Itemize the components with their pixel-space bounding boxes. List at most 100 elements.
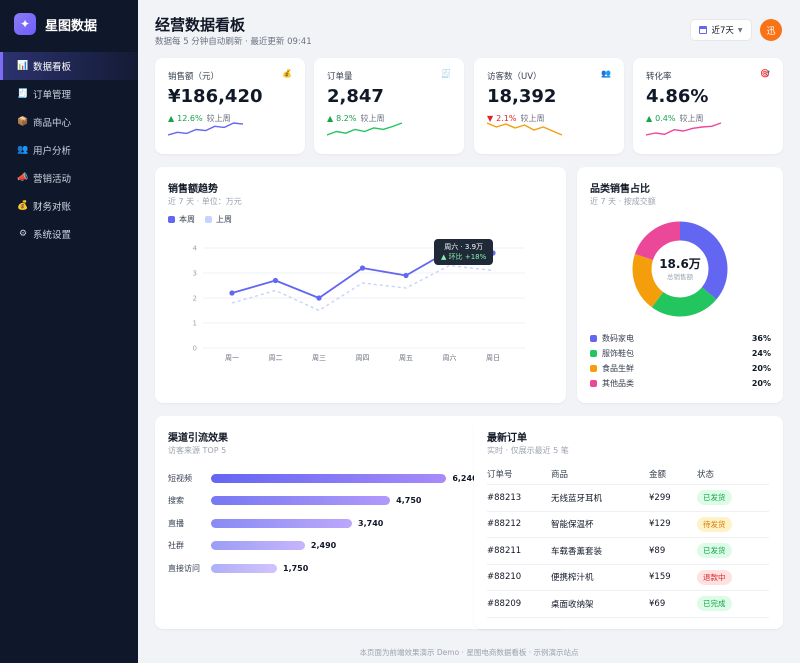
channel-row[interactable]: 短视频 6,240: [168, 472, 478, 484]
channel-label: 直接访问: [168, 563, 200, 573]
data-point[interactable]: [229, 290, 235, 296]
channel-value: 4,750: [396, 496, 422, 505]
y-tick-label: 0: [193, 345, 197, 353]
avatar[interactable]: 迅: [760, 19, 782, 41]
sidebar-item-5[interactable]: 💰 财务对账: [0, 192, 138, 220]
legend-percent: 20%: [751, 364, 771, 373]
channel-row[interactable]: 直接访问 1,750: [168, 562, 308, 574]
order-status-cell: 已发货: [697, 543, 767, 559]
x-tick-label: 周一: [225, 354, 239, 362]
date-range-dropdown[interactable]: 近7天 ▼: [690, 19, 752, 41]
brand[interactable]: ✦ 星图数据: [14, 13, 97, 35]
sidebar-item-label: 系统设置: [33, 230, 72, 241]
gear-icon: ⚙: [18, 229, 28, 239]
sparkline-path: [168, 122, 244, 136]
column-header: 金额: [649, 469, 667, 480]
channel-value: 1,750: [283, 563, 309, 573]
sidebar-item-6[interactable]: ⚙ 系统设置: [0, 220, 138, 248]
legend-label: 食品生鲜: [602, 364, 634, 373]
data-point[interactable]: [403, 272, 409, 279]
status-badge: 已完成: [697, 596, 732, 612]
kpi-sparkline: [168, 122, 244, 136]
status-badge: 待发货: [697, 516, 732, 532]
brand-name: 星图数据: [45, 18, 98, 34]
channel-label: 搜索: [168, 496, 184, 505]
order-status-cell: 已发货: [697, 490, 767, 506]
sidebar-item-0[interactable]: 📊 数据看板: [0, 52, 138, 80]
sidebar-item-3[interactable]: 👥 用户分析: [0, 136, 138, 164]
data-point[interactable]: [359, 265, 366, 271]
order-row[interactable]: #88210 便携榨汁机 ¥159 退款中: [487, 565, 769, 591]
money-bag-icon: 💰: [282, 69, 292, 78]
sidebar-item-label: 数据看板: [33, 62, 72, 73]
order-id: #88209: [487, 598, 522, 609]
channel-bar: [211, 518, 353, 528]
kpi-label: 订单量: [327, 72, 353, 82]
legend-percent: 20%: [751, 379, 771, 388]
chevron-down-icon: ▼: [737, 26, 743, 34]
x-tick-label: 周二: [269, 354, 283, 362]
orders-table-header: 订单号 商品 金额 状态: [487, 463, 769, 485]
y-tick-label: 2: [193, 295, 197, 303]
channel-subtitle: 访客来源 TOP 5: [168, 446, 227, 455]
trend-chart: 0 1 2 3 4 周一 周二 周三 周四 周五 周六 周日: [193, 245, 525, 362]
sidebar: ✦ 星图数据 📊 数据看板 🧾 订单管理 📦 商品中心 👥 用户分析 📣 营销活动 💰 财务对账 ⚙ 系统…: [0, 0, 138, 663]
receipt-icon: 🧾: [441, 69, 451, 78]
channel-row[interactable]: 直播 3,740: [168, 517, 383, 529]
sales-trend-card: 销售额趋势 近 7 天 · 单位：万元 本周 上周 0 1 2 3 4 周一 周二 周三 周四周…: [155, 167, 566, 403]
kpi-value: ¥186,420: [168, 86, 263, 107]
money-bag-icon: 💰: [17, 201, 29, 211]
sparkline-path: [487, 122, 563, 136]
sidebar-item-4[interactable]: 📣 营销活动: [0, 164, 138, 192]
kpi-card[interactable]: 订单量 🧾 2,847 ▲ 8.2% 较上周: [314, 58, 464, 154]
sidebar-item-label: 订单管理: [33, 90, 72, 101]
column-header: 状态: [697, 469, 715, 480]
donut-legend-item[interactable]: 数码家电 36%: [590, 333, 771, 344]
sidebar-item-label: 商品中心: [33, 118, 72, 129]
column-header: 商品: [551, 469, 569, 480]
kpi-value: 2,847: [327, 86, 384, 107]
order-status-cell: 已完成: [697, 596, 767, 612]
order-row[interactable]: #88209 桌面收纳架 ¥69 已完成: [487, 591, 769, 618]
order-amount: ¥89: [649, 545, 666, 556]
order-status-cell: 待发货: [697, 516, 767, 532]
order-product: 智能保温杯: [551, 520, 594, 531]
kpi-card[interactable]: 转化率 🎯 4.86% ▲ 0.4% 较上周: [633, 58, 783, 154]
kpi-label: 销售额（元）: [168, 72, 220, 82]
channel-label: 短视频: [168, 473, 192, 483]
kpi-label: 访客数（UV）: [487, 72, 542, 82]
legend-swatch: [590, 350, 597, 357]
y-tick-label: 4: [193, 245, 198, 253]
data-point[interactable]: [316, 295, 322, 301]
donut-legend-item[interactable]: 服饰鞋包 24%: [590, 348, 771, 359]
order-product: 桌面收纳架: [551, 599, 594, 610]
order-row[interactable]: #88213 无线蓝牙耳机 ¥299 已发货: [487, 485, 769, 512]
channel-row[interactable]: 社群 2,490: [168, 540, 336, 552]
order-row[interactable]: #88212 智能保温杯 ¥129 待发货: [487, 512, 769, 538]
kpi-card[interactable]: 访客数（UV） 👥 18,392 ▼ 2.1% 较上周: [474, 58, 624, 154]
order-status-cell: 退款中: [697, 569, 767, 585]
donut-legend-item[interactable]: 其他品类 20%: [590, 378, 771, 389]
x-tick-label: 周三: [312, 354, 326, 362]
sidebar-item-1[interactable]: 🧾 订单管理: [0, 80, 138, 108]
donut-legend-item[interactable]: 食品生鲜 20%: [590, 363, 771, 374]
kpi-card[interactable]: 销售额（元） 💰 ¥186,420 ▲ 12.6% 较上周: [155, 58, 305, 154]
receipt-icon: 🧾: [17, 89, 29, 99]
legend-label: 数码家电: [602, 334, 634, 343]
legend-label: 服饰鞋包: [602, 349, 634, 358]
order-id: #88211: [487, 545, 522, 556]
order-row[interactable]: #88211 车载香薰套装 ¥89 已发货: [487, 538, 769, 565]
target-icon: 🎯: [760, 69, 770, 78]
x-tick-label: 周五: [399, 354, 413, 362]
channel-row[interactable]: 搜索 4,750: [168, 495, 421, 507]
channel-bar: [211, 541, 305, 550]
tooltip-value: 周六 · 3.9万: [444, 243, 484, 251]
legend-swatch: [590, 335, 597, 342]
sidebar-item-2[interactable]: 📦 商品中心: [0, 108, 138, 136]
series-line-last-week: [231, 264, 494, 312]
data-point[interactable]: [272, 277, 279, 284]
kpi-sparkline: [646, 122, 722, 136]
megaphone-icon: 📣: [17, 173, 29, 183]
bar-chart-icon: 📊: [17, 61, 29, 71]
kpi-value: 4.86%: [646, 86, 709, 107]
